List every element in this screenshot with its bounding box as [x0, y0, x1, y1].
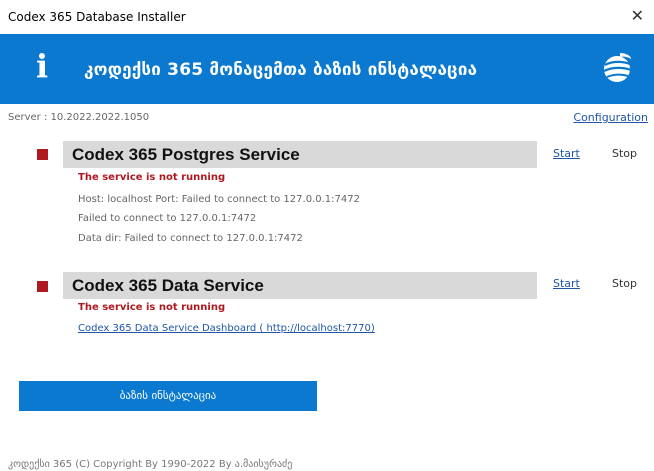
- service-name: Codex 365 Data Service: [72, 276, 264, 295]
- data-service-header: Codex 365 Data Service: [63, 272, 537, 299]
- data-service-start-link[interactable]: Start: [553, 277, 580, 290]
- data-service-status-text: The service is not running: [78, 302, 226, 313]
- configuration-link[interactable]: Configuration: [573, 111, 648, 124]
- banner-heading: კოდექსი 365 მონაცემთა ბაზის ინსტალაცია: [84, 60, 478, 80]
- header-banner: i კოდექსი 365 მონაცემთა ბაზის ინსტალაცია: [0, 34, 654, 104]
- service-name: Codex 365 Postgres Service: [72, 145, 300, 164]
- postgres-stop-button[interactable]: Stop: [612, 147, 637, 160]
- postgres-host-detail: Host: localhost Port: Failed to connect …: [78, 194, 360, 205]
- postgres-start-link[interactable]: Start: [553, 147, 580, 160]
- copyright-footer: კოდექსი 365 (C) Copyright By 1990-2022 B…: [8, 459, 293, 470]
- info-icon: i: [36, 47, 49, 85]
- postgres-service-header: Codex 365 Postgres Service: [63, 141, 537, 168]
- data-service-stop-button[interactable]: Stop: [612, 277, 637, 290]
- close-icon[interactable]: ✕: [631, 6, 644, 25]
- globe-logo-icon: [603, 53, 632, 82]
- title-bar: Codex 365 Database Installer ✕: [0, 0, 654, 34]
- dashboard-link[interactable]: Codex 365 Data Service Dashboard ( http:…: [78, 323, 375, 334]
- status-indicator-icon: [37, 149, 48, 160]
- status-indicator-icon: [37, 281, 48, 292]
- postgres-datadir-detail: Data dir: Failed to connect to 127.0.0.1…: [78, 233, 303, 244]
- server-version: Server : 10.2022.2022.1050: [8, 112, 150, 123]
- window-title: Codex 365 Database Installer: [8, 10, 186, 24]
- install-database-button[interactable]: ბაზის ინსტალაცია: [19, 381, 317, 411]
- postgres-connection-detail: Failed to connect to 127.0.0.1:7472: [78, 213, 257, 224]
- postgres-status-text: The service is not running: [78, 172, 226, 183]
